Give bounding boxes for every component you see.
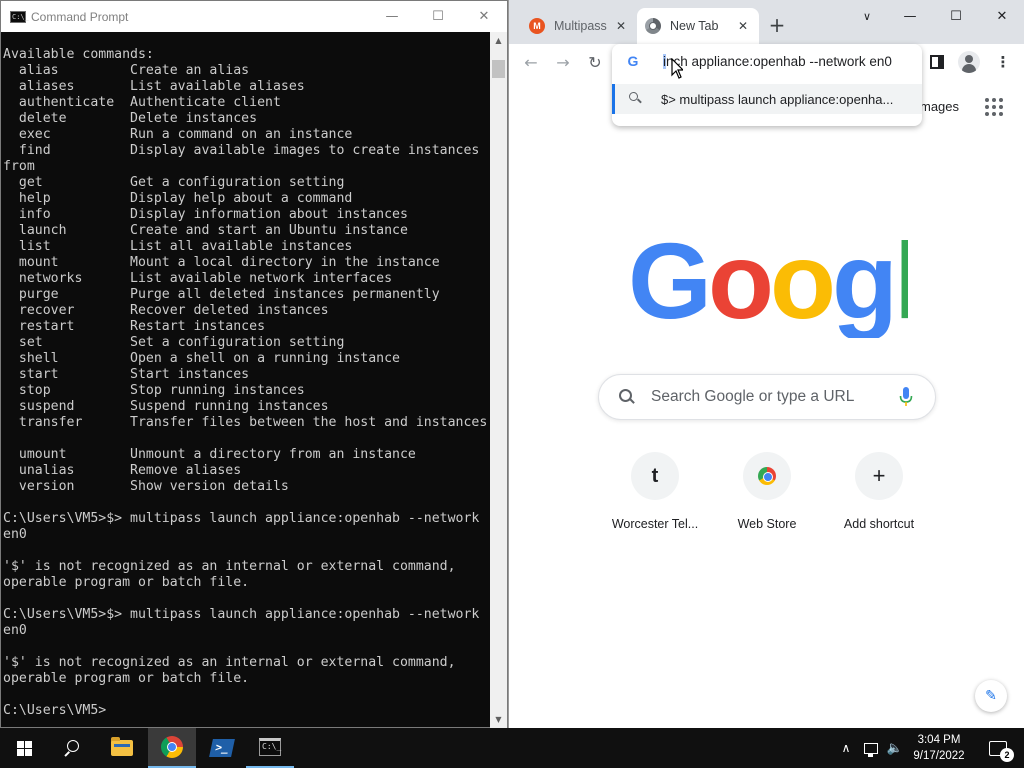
omnibox-suggestion-text: $> multipass launch appliance:openha... — [661, 91, 894, 107]
windows-logo-icon — [16, 740, 32, 756]
cmd-scrollbar-thumb[interactable] — [492, 60, 505, 78]
search-icon — [619, 389, 635, 405]
microphone-icon[interactable] — [899, 387, 913, 407]
clock-date: 9/17/2022 — [913, 750, 965, 762]
shortcut-web-store[interactable]: Web Store — [711, 452, 823, 542]
taskbar-powershell[interactable]: >_ — [198, 728, 246, 768]
notification-icon: 2 — [989, 740, 1014, 762]
omnibox-input[interactable]: inch appliance:openhab --network en0 — [663, 53, 892, 69]
worcester-site-icon: t — [631, 452, 679, 500]
omnibox-text: nch appliance:openhab --network en0 — [666, 53, 892, 69]
shortcut-label: Add shortcut — [843, 517, 915, 531]
chrome-menu-icon[interactable]: ⋮ — [991, 50, 1015, 74]
cmd-minimize-button[interactable]: — — [369, 1, 415, 32]
tab-multipass[interactable]: M Multipass ✕ — [521, 8, 637, 44]
add-shortcut-plus-icon: + — [855, 452, 903, 500]
google-g-icon: G — [627, 53, 639, 69]
scroll-down-icon[interactable]: ▼ — [490, 711, 507, 728]
taskbar-file-explorer[interactable] — [98, 728, 146, 768]
shortcut-worcester[interactable]: t Worcester Tel... — [599, 452, 711, 542]
multipass-favicon-icon: M — [529, 18, 545, 34]
cmd-scrollbar[interactable]: ▲ ▼ — [490, 32, 507, 728]
forward-arrow-icon[interactable]: → — [551, 50, 575, 74]
side-panel-icon[interactable] — [925, 50, 949, 74]
cmd-window-controls: — ☐ ✕ — [369, 1, 507, 32]
chrome-window[interactable]: M Multipass ✕ New Tab ✕ + ∨ — ☐ ✕ ← → ↻ … — [508, 0, 1024, 728]
notification-count-badge: 2 — [1000, 747, 1014, 762]
chrome-close-button[interactable]: ✕ — [979, 0, 1024, 32]
search-icon — [629, 92, 643, 106]
web-store-tile — [743, 452, 791, 500]
search-icon — [64, 740, 80, 756]
back-arrow-icon[interactable]: ← — [519, 50, 543, 74]
cmd-app-icon: C:\_ — [10, 10, 29, 23]
chrome-maximize-button[interactable]: ☐ — [933, 0, 979, 32]
chrome-tabstrip[interactable]: M Multipass ✕ New Tab ✕ + ∨ — ☐ ✕ — [509, 0, 1024, 44]
svg-text:Google: Google — [628, 228, 908, 338]
images-link[interactable]: mages — [920, 99, 959, 114]
action-center-button[interactable]: 2 — [978, 728, 1018, 768]
shortcut-label: Worcester Tel... — [611, 517, 699, 531]
cmd-close-button[interactable]: ✕ — [461, 1, 507, 32]
google-logo: Google — [628, 228, 908, 338]
tab-label: New Tab — [670, 19, 719, 33]
cmd-window-title: Command Prompt — [31, 9, 129, 24]
chrome-favicon-icon — [645, 18, 661, 34]
chrome-minimize-button[interactable]: — — [887, 0, 933, 32]
taskbar: >_ C:\_ ∧ 🔈 3:04 PM 9/17/2022 2 — [0, 728, 1024, 768]
tab-search-chevron-icon[interactable]: ∨ — [847, 0, 887, 32]
ntp-search-box[interactable]: Search Google or type a URL — [598, 374, 936, 420]
network-icon[interactable] — [860, 728, 882, 768]
close-tab-icon[interactable]: ✕ — [613, 18, 629, 34]
command-prompt-window[interactable]: C:\_ Command Prompt — ☐ ✕ Available comm… — [0, 0, 508, 728]
taskbar-clock[interactable]: 3:04 PM 9/17/2022 — [906, 728, 972, 768]
folder-icon — [111, 737, 133, 756]
tab-new-tab[interactable]: New Tab ✕ — [637, 8, 759, 44]
show-hidden-icons-chevron-icon[interactable]: ∧ — [836, 728, 856, 768]
cmd-maximize-button[interactable]: ☐ — [415, 1, 461, 32]
mouse-cursor-icon — [671, 58, 683, 79]
omnibox-dropdown[interactable]: G inch appliance:openhab --network en0 $… — [612, 44, 922, 126]
shortcut-add[interactable]: + Add shortcut — [823, 452, 935, 542]
ntp-search-placeholder: Search Google or type a URL — [651, 388, 855, 405]
cmd-titlebar[interactable]: C:\_ Command Prompt — ☐ ✕ — [1, 1, 507, 32]
omnibox-input-row[interactable]: G inch appliance:openhab --network en0 — [612, 44, 922, 78]
scroll-up-icon[interactable]: ▲ — [490, 32, 507, 49]
powershell-icon: >_ — [209, 739, 235, 757]
volume-icon[interactable]: 🔈 — [884, 728, 906, 768]
taskbar-chrome[interactable] — [148, 728, 196, 768]
google-apps-icon[interactable] — [985, 98, 1003, 116]
taskbar-command-prompt[interactable]: C:\_ — [246, 728, 294, 768]
profile-avatar-icon[interactable] — [957, 50, 981, 74]
tab-label: Multipass — [554, 19, 607, 33]
start-button[interactable] — [0, 728, 48, 768]
chrome-window-controls: ∨ — ☐ ✕ — [847, 0, 1024, 32]
new-tab-button[interactable]: + — [765, 14, 789, 38]
web-store-icon — [758, 467, 776, 485]
customize-chrome-pencil-icon[interactable]: ✎ — [975, 680, 1007, 712]
clock-time: 3:04 PM — [917, 734, 961, 746]
reload-icon[interactable]: ↻ — [583, 50, 607, 74]
cmd-console-output: Available commands: alias Create an alia… — [3, 47, 488, 718]
shortcut-label: Web Store — [737, 517, 797, 531]
taskbar-search-button[interactable] — [48, 728, 96, 768]
omnibox-suggestion[interactable]: $> multipass launch appliance:openha... — [612, 84, 922, 114]
chrome-icon — [161, 736, 183, 758]
cmd-console[interactable]: Available commands: alias Create an alia… — [1, 32, 491, 728]
command-prompt-icon: C:\_ — [259, 738, 281, 756]
close-tab-icon[interactable]: ✕ — [735, 18, 751, 34]
